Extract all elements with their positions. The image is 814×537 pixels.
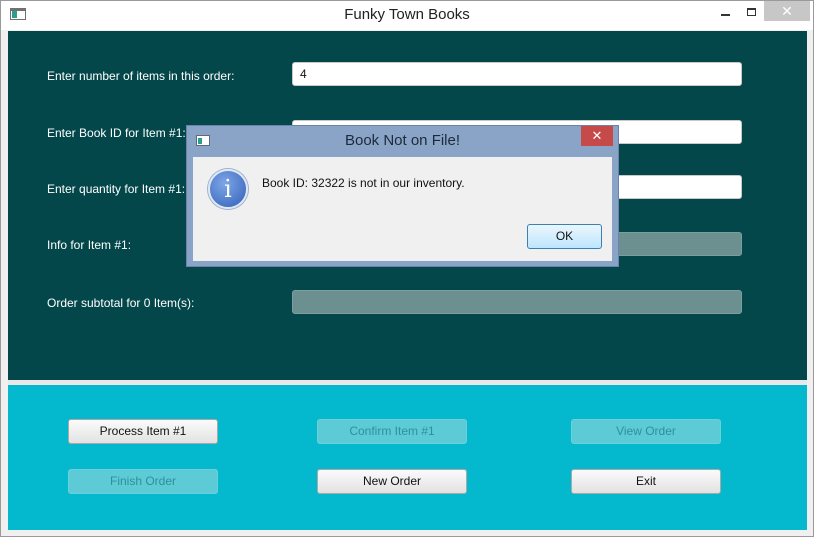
subtotal-label: Order subtotal for 0 Item(s): xyxy=(47,296,195,310)
dialog-message: Book ID: 32322 is not in our inventory. xyxy=(262,176,465,190)
ok-button[interactable]: OK xyxy=(527,224,602,249)
close-icon: ✕ xyxy=(591,128,603,143)
book-not-found-dialog: Book Not on File! ✕ i Book ID: 32322 is … xyxy=(186,125,619,267)
book-id-label: Enter Book ID for Item #1: xyxy=(47,126,186,140)
info-icon: i xyxy=(208,169,248,209)
dialog-body: i Book ID: 32322 is not in our inventory… xyxy=(193,157,612,261)
main-window: Funky Town Books ✕ Enter number of items… xyxy=(0,0,814,537)
quantity-label: Enter quantity for Item #1: xyxy=(47,182,186,196)
minimize-icon xyxy=(720,13,730,16)
maximize-button[interactable] xyxy=(738,1,764,21)
view-order-button[interactable]: View Order xyxy=(571,419,721,444)
window-title: Funky Town Books xyxy=(344,6,470,23)
subtotal-field xyxy=(292,290,742,314)
num-items-label: Enter number of items in this order: xyxy=(47,69,235,83)
process-item-button[interactable]: Process Item #1 xyxy=(68,419,218,444)
button-panel: Process Item #1 Confirm Item #1 View Ord… xyxy=(8,385,807,530)
close-icon: ✕ xyxy=(781,3,793,19)
num-items-input[interactable]: 4 xyxy=(292,62,742,86)
close-button[interactable]: ✕ xyxy=(764,1,810,21)
confirm-item-button[interactable]: Confirm Item #1 xyxy=(317,419,467,444)
exit-button[interactable]: Exit xyxy=(571,469,721,494)
dialog-close-button[interactable]: ✕ xyxy=(581,126,613,146)
maximize-icon xyxy=(746,7,756,16)
title-bar[interactable]: Funky Town Books ✕ xyxy=(1,1,813,30)
new-order-button[interactable]: New Order xyxy=(317,469,467,494)
info-label: Info for Item #1: xyxy=(47,238,132,252)
finish-order-button[interactable]: Finish Order xyxy=(68,469,218,494)
minimize-button[interactable] xyxy=(712,1,738,21)
dialog-title: Book Not on File! xyxy=(344,132,461,149)
